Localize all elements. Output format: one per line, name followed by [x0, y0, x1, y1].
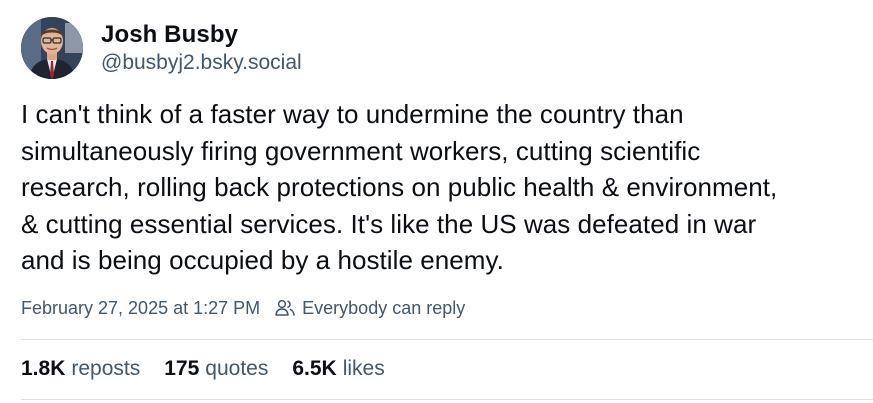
author-display-name[interactable]: Josh Busby: [101, 20, 302, 50]
post-text: I can't think of a faster way to undermi…: [21, 99, 778, 275]
people-icon: [274, 297, 296, 319]
quotes-count: 175: [164, 357, 200, 380]
divider: [21, 399, 873, 400]
likes-count: 6.5K: [292, 357, 337, 380]
reply-setting: Everybody can reply: [302, 297, 466, 318]
post-meta: February 27, 2025 at 1:27 PM Everybody c…: [21, 293, 465, 323]
likes-label: likes: [342, 357, 385, 380]
likes-stat[interactable]: 6.5K likes: [292, 357, 384, 381]
avatar-image: [21, 17, 83, 79]
author-names: Josh Busby @busbyj2.bsky.social: [101, 20, 302, 76]
post-header: Josh Busby @busbyj2.bsky.social: [21, 15, 302, 81]
post-card: Josh Busby @busbyj2.bsky.social I can't …: [0, 0, 873, 403]
reposts-count: 1.8K: [21, 357, 66, 380]
engagement-stats: 1.8K reposts 175 quotes 6.5K likes: [21, 352, 409, 386]
post-timestamp[interactable]: February 27, 2025 at 1:27 PM: [21, 298, 260, 319]
divider: [21, 339, 873, 340]
quotes-label: quotes: [205, 357, 269, 380]
author-handle[interactable]: @busbyj2.bsky.social: [101, 50, 302, 76]
avatar[interactable]: [21, 17, 83, 79]
reposts-stat[interactable]: 1.8K reposts: [21, 357, 140, 381]
reposts-label: reposts: [71, 357, 141, 380]
quotes-stat[interactable]: 175 quotes: [164, 357, 268, 381]
